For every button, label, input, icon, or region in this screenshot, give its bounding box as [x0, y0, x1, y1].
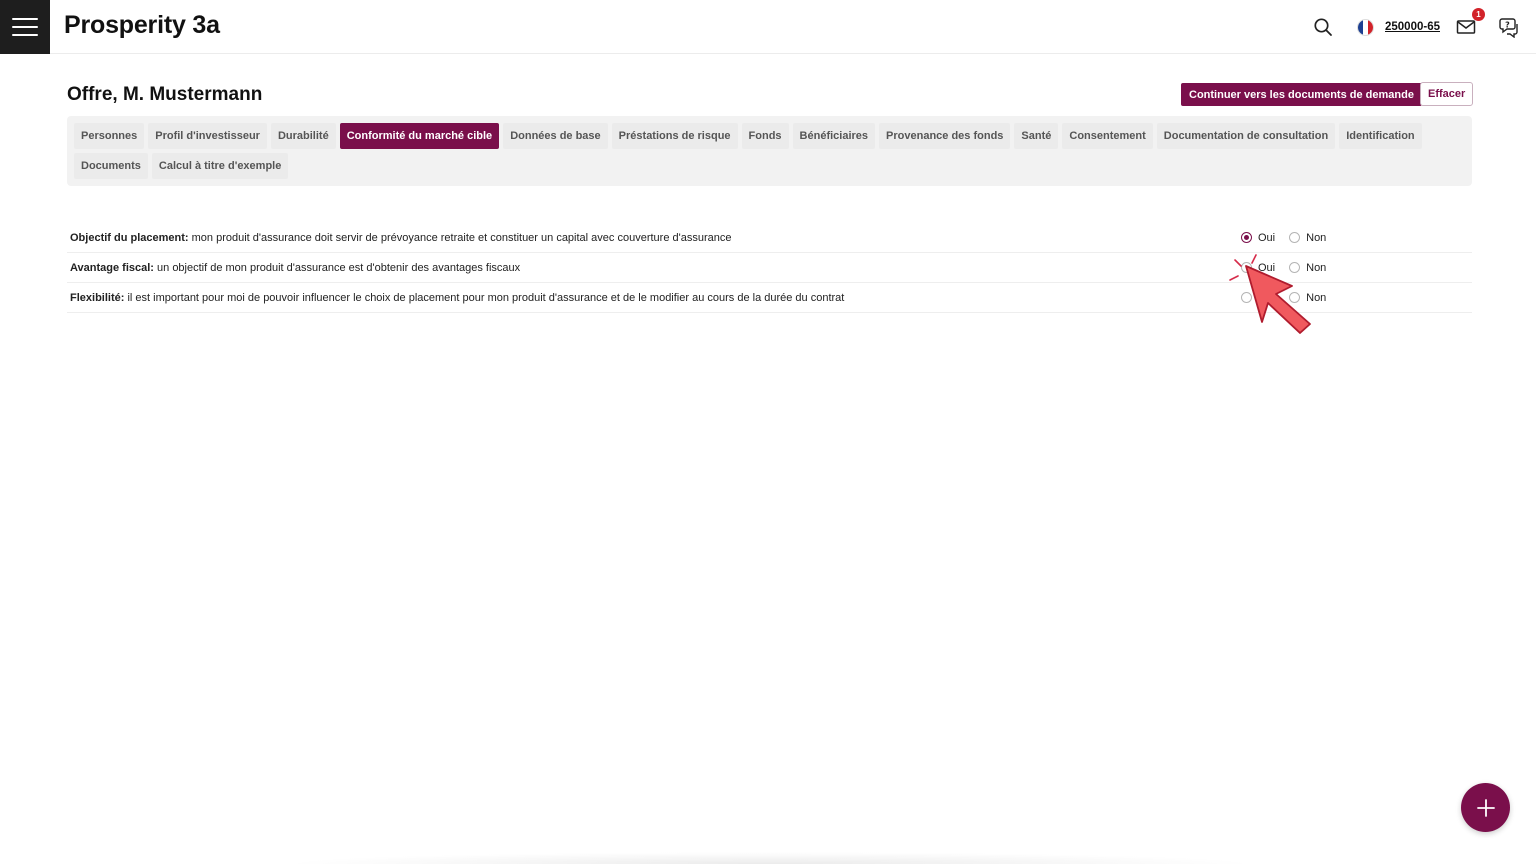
yes-no-radio-group: Oui Non: [1241, 262, 1340, 274]
tab-identification[interactable]: Identification: [1339, 123, 1422, 149]
question-description: il est important pour moi de pouvoir inf…: [124, 291, 845, 304]
question-label: Flexibilité:: [70, 291, 125, 304]
plus-icon: [1476, 798, 1495, 817]
svg-text:?: ?: [1505, 21, 1510, 30]
question-text: Flexibilité: il est important pour moi d…: [70, 292, 844, 304]
tab-consultation-documentation[interactable]: Documentation de consultation: [1156, 123, 1336, 149]
tab-beneficiaries[interactable]: Bénéficiaires: [792, 123, 876, 149]
yes-no-radio-group: Oui Non: [1241, 292, 1340, 304]
radio-circle[interactable]: [1289, 232, 1301, 243]
header-actions: 250000-65 1 ?: [1313, 0, 1520, 54]
question-row: Flexibilité: il est important pour moi d…: [67, 283, 1472, 313]
tab-row: Personnes Profil d'investisseur Durabili…: [74, 123, 1465, 149]
hamburger-menu-icon[interactable]: [0, 0, 50, 54]
radio-label: Non: [1306, 261, 1327, 274]
question-row: Objectif du placement: mon produit d'ass…: [67, 223, 1472, 253]
tab-consent[interactable]: Consentement: [1062, 123, 1153, 149]
radio-no[interactable]: Non: [1289, 262, 1326, 274]
tab-target-market-compliance[interactable]: Conformité du marché cible: [339, 123, 500, 149]
radio-yes[interactable]: Oui: [1241, 262, 1275, 274]
radio-yes[interactable]: Oui: [1241, 292, 1275, 304]
radio-no[interactable]: Non: [1289, 292, 1326, 304]
continue-to-documents-button[interactable]: Continuer vers les documents de demande: [1181, 83, 1422, 106]
question-description: un objectif de mon produit d'assurance e…: [153, 261, 521, 274]
radio-circle-checked[interactable]: [1241, 232, 1252, 243]
tab-example-calculation[interactable]: Calcul à titre d'exemple: [151, 153, 289, 179]
tab-risk-benefits[interactable]: Préstations de risque: [611, 123, 738, 149]
flag-france-icon[interactable]: [1357, 18, 1374, 36]
notification-badge: 1: [1472, 8, 1485, 21]
bottom-shadow: [280, 852, 1260, 864]
tab-basic-data[interactable]: Données de base: [503, 123, 608, 149]
tab-health[interactable]: Santé: [1014, 123, 1059, 149]
mail-icon: [1456, 20, 1476, 34]
tab-bar: Personnes Profil d'investisseur Durabili…: [67, 116, 1472, 186]
question-list: Objectif du placement: mon produit d'ass…: [67, 223, 1472, 313]
tab-source-of-funds[interactable]: Provenance des fonds: [879, 123, 1011, 149]
yes-no-radio-group: Oui Non: [1241, 232, 1340, 244]
radio-yes[interactable]: Oui: [1241, 232, 1275, 244]
page-title: Offre, M. Mustermann: [67, 84, 263, 105]
question-label: Avantage fiscal:: [70, 261, 154, 274]
radio-circle[interactable]: [1241, 262, 1252, 273]
tab-funds[interactable]: Fonds: [741, 123, 789, 149]
question-description: mon produit d'assurance doit servir de p…: [188, 231, 732, 244]
chat-help-icon[interactable]: ?: [1498, 16, 1520, 38]
top-header: Prosperity 3a 250000-65 1 ?: [0, 0, 1536, 54]
radio-label: Non: [1306, 231, 1327, 244]
radio-label: Oui: [1258, 261, 1276, 274]
tab-investor-profile[interactable]: Profil d'investisseur: [148, 123, 267, 149]
radio-circle[interactable]: [1289, 262, 1301, 273]
tab-sustainability[interactable]: Durabilité: [270, 123, 336, 149]
question-label: Objectif du placement:: [70, 231, 189, 244]
radio-label: Non: [1306, 291, 1327, 304]
app-title: Prosperity 3a: [64, 11, 220, 39]
flag-stripe: [1368, 19, 1373, 35]
question-text: Objectif du placement: mon produit d'ass…: [70, 232, 731, 244]
radio-circle[interactable]: [1241, 292, 1252, 303]
tab-documents[interactable]: Documents: [74, 153, 148, 179]
contract-number-link[interactable]: 250000-65: [1385, 21, 1440, 33]
add-button[interactable]: [1461, 783, 1510, 832]
question-text: Avantage fiscal: un objectif de mon prod…: [70, 262, 520, 274]
radio-label: Oui: [1258, 231, 1276, 244]
clear-button[interactable]: Effacer: [1420, 82, 1474, 106]
radio-circle[interactable]: [1289, 292, 1301, 303]
search-icon[interactable]: [1313, 17, 1333, 37]
radio-no[interactable]: Non: [1289, 232, 1326, 244]
tab-persons[interactable]: Personnes: [74, 123, 145, 149]
tab-row: Documents Calcul à titre d'exemple: [74, 153, 1465, 179]
question-row: Avantage fiscal: un objectif de mon prod…: [67, 253, 1472, 283]
radio-label: Oui: [1258, 291, 1276, 304]
mail-button[interactable]: 1: [1456, 8, 1485, 37]
